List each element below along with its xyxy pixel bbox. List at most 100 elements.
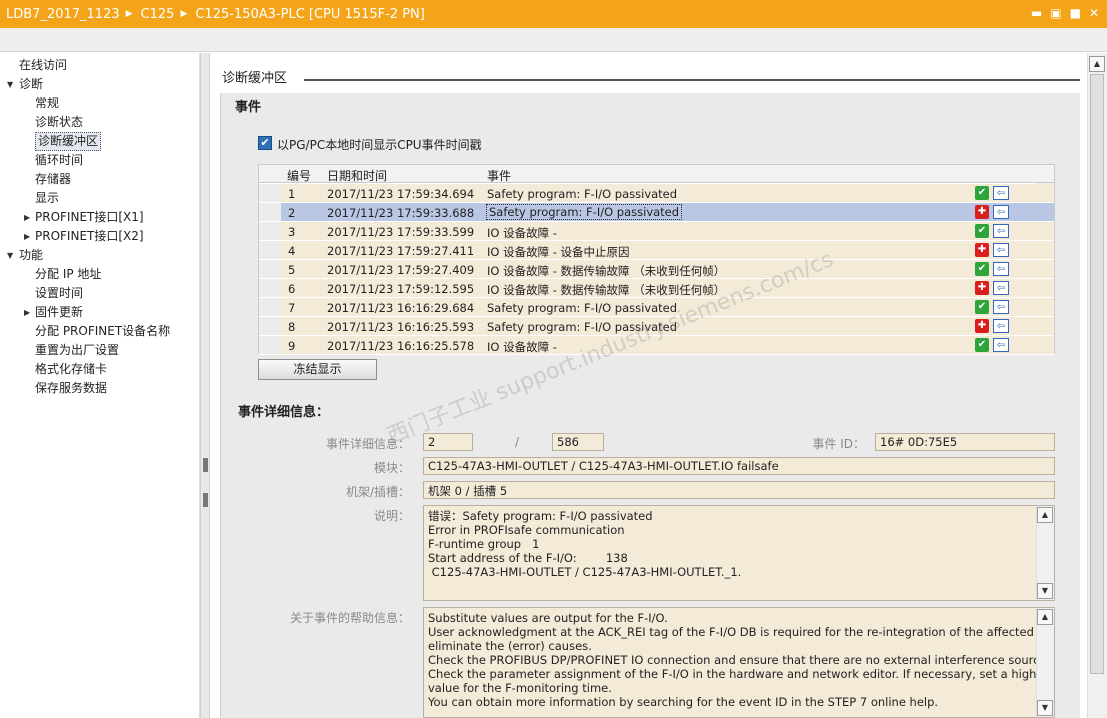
scroll-up-icon[interactable]: ▲ (1037, 507, 1053, 523)
nav-item[interactable]: 循环时间 (35, 151, 83, 170)
header-datetime[interactable]: 日期和时间 (327, 167, 387, 184)
table-row[interactable]: 9 2017/11/23 16:16:25.578 IO 设备故障 - ✔ ⇦ (259, 336, 1054, 355)
nav-item[interactable]: PROFINET接口[X1] (35, 208, 144, 227)
nav-item[interactable]: 设置时间 (35, 284, 83, 303)
table-row[interactable]: 4 2017/11/23 17:59:27.411 IO 设备故障 - 设备中止原因… (259, 241, 1054, 260)
description-scrollbar[interactable]: ▲ ▼ (1036, 506, 1054, 600)
maximize-icon[interactable]: ■ (1070, 6, 1081, 20)
expand-icon[interactable]: ▶ (24, 213, 30, 222)
table-row[interactable]: 1 2017/11/23 17:59:34.694 Safety program: … (259, 184, 1054, 203)
header-num[interactable]: 编号 (287, 167, 311, 184)
row-gutter (259, 241, 281, 259)
event-total-field: 586 (552, 433, 604, 451)
nav-item[interactable]: PROFINET接口[X2] (35, 227, 144, 246)
help-label: 关于事件的帮助信息： (289, 611, 410, 625)
description-line: Error in PROFIsafe communication (428, 523, 625, 537)
help-line: Check the PROFIBUS DP/PROFINET IO connec… (428, 653, 1055, 667)
go-to-module-icon[interactable]: ⇦ (993, 205, 1009, 219)
nav-item[interactable]: 格式化存储卡 (35, 360, 107, 379)
title-bar: LDB7_2017_1123 ▶ C125 ▶ C125-150A3-PLC [… (0, 0, 1107, 28)
nav-item[interactable]: 分配 PROFINET设备名称 (35, 322, 170, 341)
collapse-icon[interactable]: ▼ (7, 80, 13, 89)
nav-item[interactable]: 显示 (35, 189, 59, 208)
splitter-grip[interactable] (203, 458, 208, 472)
table-row[interactable]: 8 2017/11/23 16:16:25.593 Safety program: … (259, 317, 1054, 336)
nav-item[interactable]: 常规 (35, 94, 59, 113)
nav-item[interactable]: 诊断 (19, 75, 43, 94)
row-number: 8 (288, 320, 296, 334)
events-table: 编号 日期和时间 事件 ▲ ≡ ▼ 12017/11/23 17:59:34.6… (258, 164, 1055, 355)
help-box[interactable]: Substitute values are output for the F-I… (423, 607, 1055, 718)
local-time-label[interactable]: 以PG/PC本地时间显示CPU事件时间戳 (277, 136, 482, 153)
status-error-icon: ✚ (975, 319, 989, 333)
scroll-up-icon[interactable]: ▲ (1037, 609, 1053, 625)
breadcrumb-plc[interactable]: C125-150A3-PLC [CPU 1515F-2 PN] (195, 7, 424, 22)
scroll-down-icon[interactable]: ▼ (1037, 583, 1053, 599)
expand-icon[interactable]: ▶ (24, 308, 30, 317)
row-event: Safety program: F-I/O passivated (487, 320, 678, 334)
go-to-module-icon[interactable]: ⇦ (993, 262, 1009, 276)
module-field: C125-47A3-HMI-OUTLET / C125-47A3-HMI-OUT… (423, 457, 1055, 475)
navigation-tree: 在线访问 ▼ 诊断 常规 诊断状态 诊断缓冲区 循环时间 存储器 显示 ▶ PROFINET接口[X… (0, 53, 200, 718)
go-to-module-icon[interactable]: ⇦ (993, 281, 1009, 295)
section-divider (304, 79, 1080, 81)
scroll-thumb[interactable] (1090, 74, 1104, 674)
nav-item[interactable]: 分配 IP 地址 (35, 265, 101, 284)
event-detail-label: 事件详细信息： (325, 437, 410, 451)
breadcrumb-device[interactable]: C125 (141, 7, 175, 22)
splitter-grip[interactable] (203, 493, 208, 507)
page-scrollbar[interactable]: ▲ (1087, 53, 1107, 718)
table-row[interactable]: 5 2017/11/23 17:59:27.409 IO 设备故障 - 数据传输故障… (259, 260, 1054, 279)
status-ok-icon: ✔ (975, 262, 989, 276)
section-title: 诊断缓冲区 (222, 71, 288, 86)
go-to-module-icon[interactable]: ⇦ (993, 338, 1009, 352)
header-event[interactable]: 事件 (487, 167, 511, 184)
event-index-field: 2 (423, 433, 473, 451)
table-row[interactable]: 7 2017/11/23 16:16:29.684 Safety program: … (259, 298, 1054, 317)
row-event: IO 设备故障 - (487, 226, 557, 240)
table-row[interactable]: 3 2017/11/23 17:59:33.599 IO 设备故障 - ✔ ⇦ (259, 222, 1054, 241)
nav-item[interactable]: 固件更新 (35, 303, 83, 322)
go-to-module-icon[interactable]: ⇦ (993, 319, 1009, 333)
help-line: value for the F-monitoring time. (428, 681, 612, 695)
row-datetime: 2017/11/23 17:59:33.688 (327, 206, 475, 220)
status-error-icon: ✚ (975, 281, 989, 295)
status-ok-icon: ✔ (975, 338, 989, 352)
description-line: F-runtime group 1 (428, 537, 540, 551)
go-to-module-icon[interactable]: ⇦ (993, 186, 1009, 200)
collapse-icon[interactable]: ▼ (7, 251, 13, 260)
nav-item[interactable]: 重置为出厂设置 (35, 341, 119, 360)
description-line: Start address of the F-I/O: 138 (428, 551, 628, 565)
nav-item[interactable]: 诊断状态 (35, 113, 83, 132)
table-row[interactable]: 2 2017/11/23 17:59:33.688 Safety program: … (259, 203, 1054, 222)
splitter[interactable] (200, 53, 210, 718)
row-gutter (259, 336, 281, 354)
table-row[interactable]: 6 2017/11/23 17:59:12.595 IO 设备故障 - 数据传输故障… (259, 279, 1054, 298)
row-number: 5 (288, 263, 296, 277)
scroll-down-icon[interactable]: ▼ (1037, 700, 1053, 716)
go-to-module-icon[interactable]: ⇦ (993, 243, 1009, 257)
go-to-module-icon[interactable]: ⇦ (993, 224, 1009, 238)
row-number: 6 (288, 282, 296, 296)
row-number: 4 (288, 244, 296, 258)
close-icon[interactable]: ✕ (1089, 6, 1099, 20)
nav-item[interactable]: 存储器 (35, 170, 71, 189)
row-datetime: 2017/11/23 16:16:25.593 (327, 320, 475, 334)
nav-item[interactable]: 在线访问 (19, 56, 67, 75)
go-to-module-icon[interactable]: ⇦ (993, 300, 1009, 314)
freeze-display-button[interactable]: 冻结显示 (258, 359, 377, 380)
nav-item[interactable]: 功能 (19, 246, 43, 265)
expand-icon[interactable]: ▶ (24, 232, 30, 241)
row-datetime: 2017/11/23 17:59:27.411 (327, 244, 475, 258)
nav-item[interactable]: 保存服务数据 (35, 379, 107, 398)
nav-item[interactable]: 诊断缓冲区 (35, 132, 102, 151)
breadcrumb-project[interactable]: LDB7_2017_1123 (6, 7, 120, 22)
minimize-icon[interactable]: ▬ (1031, 6, 1042, 20)
local-time-checkbox[interactable]: ✔ (258, 136, 272, 150)
description-box[interactable]: 错误：Safety program: F-I/O passivated Error… (423, 505, 1055, 601)
row-event: Safety program: F-I/O passivated (485, 204, 683, 220)
restore-icon[interactable]: ▣ (1050, 6, 1061, 20)
scroll-up-icon[interactable]: ▲ (1089, 56, 1105, 72)
row-gutter (259, 222, 281, 240)
help-scrollbar[interactable]: ▲ ▼ (1036, 608, 1054, 717)
